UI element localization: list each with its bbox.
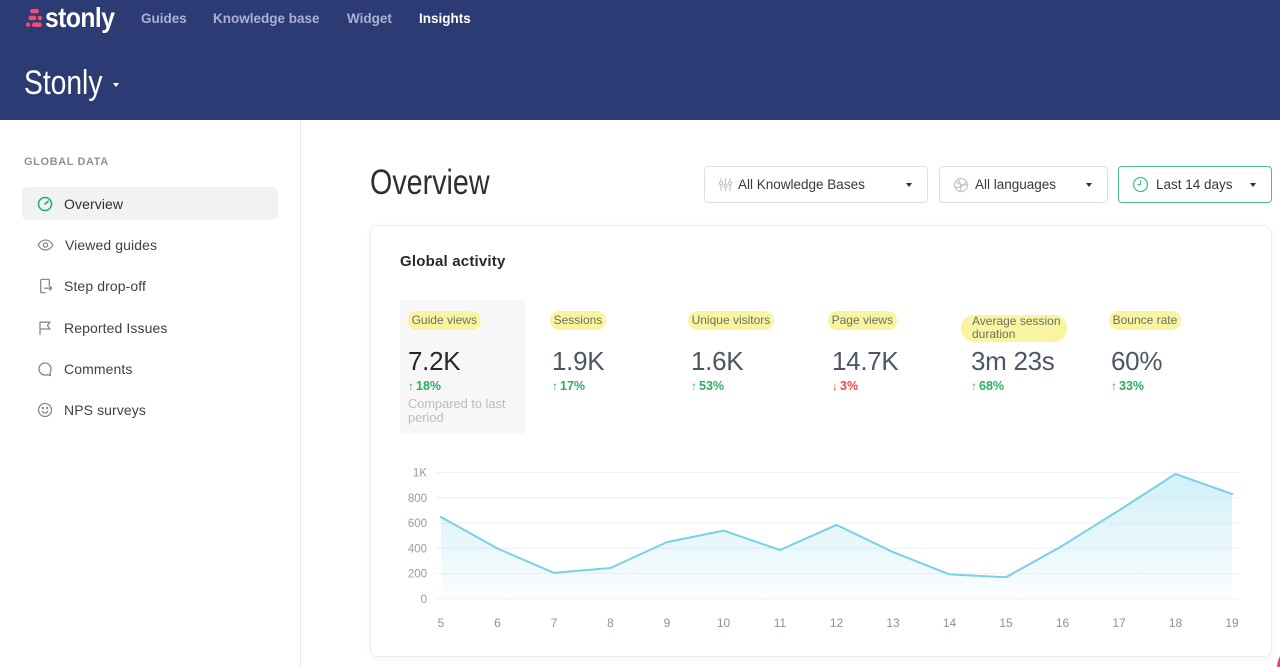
svg-text:13: 13 [886,616,900,630]
svg-text:18: 18 [1169,616,1183,630]
svg-text:6: 6 [494,616,501,630]
svg-text:600: 600 [408,518,427,530]
svg-text:7: 7 [551,616,558,630]
svg-text:200: 200 [408,569,427,581]
svg-text:15: 15 [999,616,1013,630]
svg-text:1K: 1K [413,468,427,480]
svg-text:8: 8 [607,616,614,630]
svg-text:12: 12 [830,616,844,630]
svg-text:10: 10 [717,616,731,630]
svg-text:5: 5 [438,616,445,630]
svg-text:400: 400 [408,543,427,555]
svg-text:14: 14 [943,616,957,630]
svg-text:17: 17 [1112,616,1126,630]
svg-text:800: 800 [408,493,427,505]
svg-text:19: 19 [1225,616,1239,630]
svg-text:9: 9 [664,616,671,630]
svg-text:16: 16 [1056,616,1070,630]
svg-text:0: 0 [421,594,427,606]
svg-text:11: 11 [774,616,787,630]
